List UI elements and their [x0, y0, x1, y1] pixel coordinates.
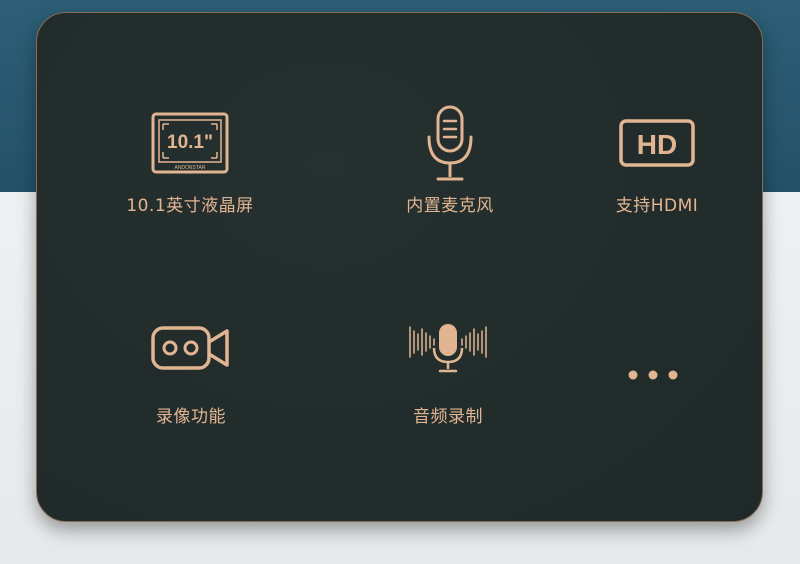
more-dots-icon — [553, 335, 753, 415]
screen-brand-text: ANDONSTAR — [174, 165, 205, 171]
screen-icon: 10.1" ANDONSTAR — [90, 103, 290, 183]
microphone-icon — [350, 103, 550, 183]
feature-screen: 10.1" ANDONSTAR 10.1英寸液晶屏 — [90, 103, 290, 233]
feature-label-hdmi: 支持HDMI — [615, 196, 699, 216]
screen-size-text: 10.1" — [167, 132, 213, 153]
feature-label-microphone: 内置麦克风 — [406, 196, 494, 216]
feature-microphone: 内置麦克风 — [350, 103, 550, 233]
feature-more — [553, 308, 753, 438]
feature-video-recording: 录像功能 — [91, 308, 291, 438]
audio-waveform-microphone-icon — [348, 308, 548, 388]
feature-hdmi: HD 支持HDMI — [557, 103, 757, 233]
hd-icon: HD — [557, 103, 757, 183]
feature-label-video-recording: 录像功能 — [156, 407, 226, 427]
hd-badge-text: HD — [637, 129, 677, 160]
feature-label-screen: 10.1英寸液晶屏 — [126, 196, 254, 216]
feature-audio-recording: 音频录制 — [348, 308, 548, 438]
video-camera-icon — [91, 308, 291, 388]
feature-label-audio-recording: 音频录制 — [413, 407, 483, 427]
features-panel — [36, 12, 763, 522]
